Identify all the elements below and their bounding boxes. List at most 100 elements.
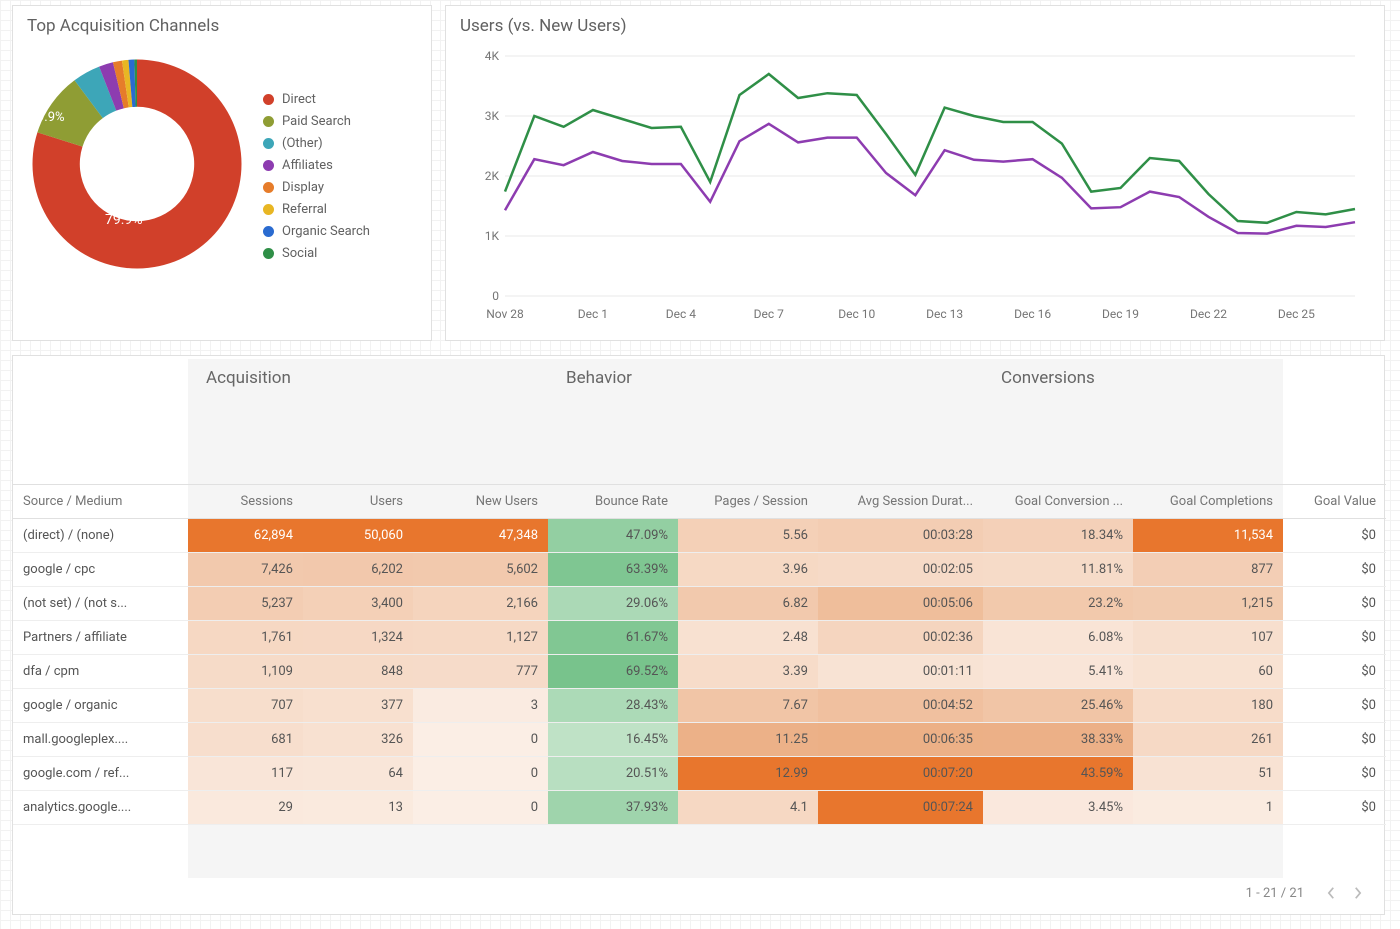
table-row[interactable]: mall.googleplex....681326016.45%11.2500:… [13, 723, 1386, 757]
donut-label-small: 9.9% [37, 110, 65, 125]
users-line-card: Users (vs. New Users) 01K2K3K4KNov 28Dec… [445, 5, 1385, 341]
legend-label: Direct [282, 92, 316, 107]
table-row[interactable]: dfa / cpm1,10984877769.52%3.3900:01:115.… [13, 655, 1386, 689]
svg-text:3K: 3K [485, 109, 500, 123]
table-cell: 50,060 [303, 519, 413, 553]
legend-label: Display [282, 180, 324, 195]
svg-text:Nov 28: Nov 28 [486, 307, 524, 321]
table-cell: 1,127 [413, 621, 548, 655]
legend-row[interactable]: Referral [263, 198, 370, 220]
legend-dot-icon [263, 204, 274, 215]
table-row[interactable]: google / cpc7,4266,2025,60263.39%3.9600:… [13, 553, 1386, 587]
legend-dot-icon [263, 226, 274, 237]
donut-label-big: 79.9% [105, 212, 143, 228]
table-cell: 00:07:20 [818, 757, 983, 791]
table-cell: (direct) / (none) [13, 519, 188, 553]
legend-row[interactable]: Display [263, 176, 370, 198]
table-cell: $0 [1283, 723, 1386, 757]
table-cell: 3 [413, 689, 548, 723]
table-cell: 7,426 [188, 553, 303, 587]
svg-text:4K: 4K [485, 49, 500, 63]
column-header[interactable]: Goal Conversion ... [983, 485, 1133, 519]
table-cell: $0 [1283, 587, 1386, 621]
table-cell: 62,894 [188, 519, 303, 553]
table-cell: 1,215 [1133, 587, 1283, 621]
table-cell: 681 [188, 723, 303, 757]
table-cell: 326 [303, 723, 413, 757]
column-header[interactable]: Pages / Session [678, 485, 818, 519]
legend-dot-icon [263, 138, 274, 149]
table-cell: 47.09% [548, 519, 678, 553]
table-cell: 29.06% [548, 587, 678, 621]
pager-range: 1 - 21 / 21 [1246, 886, 1304, 901]
legend-row[interactable]: Paid Search [263, 110, 370, 132]
table-cell: 12.99 [678, 757, 818, 791]
column-header[interactable]: New Users [413, 485, 548, 519]
table-cell: 6,202 [303, 553, 413, 587]
table-pager: 1 - 21 / 21 [1246, 880, 1370, 906]
table-cell: $0 [1283, 689, 1386, 723]
column-header[interactable]: Goal Completions [1133, 485, 1283, 519]
table-cell: $0 [1283, 519, 1386, 553]
table-body-wrap: Source / MediumSessionsUsersNew UsersBou… [13, 484, 1384, 878]
table-cell: 29 [188, 791, 303, 825]
svg-text:Dec 25: Dec 25 [1278, 307, 1315, 321]
table-cell: 43.59% [983, 757, 1133, 791]
table-cell: 0 [413, 723, 548, 757]
table-cell: 3.39 [678, 655, 818, 689]
table-row[interactable]: Partners / affiliate1,7611,3241,12761.67… [13, 621, 1386, 655]
legend-dot-icon [263, 182, 274, 193]
svg-text:Dec 7: Dec 7 [754, 307, 784, 321]
table-cell: 16.45% [548, 723, 678, 757]
table-cell: google.com / ref... [13, 757, 188, 791]
pager-next-button[interactable] [1344, 880, 1370, 906]
column-header[interactable]: Avg Session Durat... [818, 485, 983, 519]
table-row[interactable]: (not set) / (not s...5,2373,4002,16629.0… [13, 587, 1386, 621]
legend-row[interactable]: Affiliates [263, 154, 370, 176]
table-cell: 18.34% [983, 519, 1133, 553]
donut-title: Top Acquisition Channels [13, 6, 431, 36]
svg-text:1K: 1K [485, 229, 500, 243]
legend-label: Referral [282, 202, 327, 217]
column-header[interactable]: Source / Medium [13, 485, 188, 519]
legend-row[interactable]: Direct [263, 88, 370, 110]
table-cell: 2,166 [413, 587, 548, 621]
table-row[interactable]: google.com / ref...11764020.51%12.9900:0… [13, 757, 1386, 791]
legend-dot-icon [263, 160, 274, 171]
table-row[interactable]: google / organic707377328.43%7.6700:04:5… [13, 689, 1386, 723]
table-cell: 707 [188, 689, 303, 723]
table-row[interactable]: analytics.google....2913037.93%4.100:07:… [13, 791, 1386, 825]
table-cell: 37.93% [548, 791, 678, 825]
table-cell: 180 [1133, 689, 1283, 723]
legend-row[interactable]: Organic Search [263, 220, 370, 242]
table-cell: 47,348 [413, 519, 548, 553]
table-cell: 38.33% [983, 723, 1133, 757]
svg-text:2K: 2K [485, 169, 500, 183]
legend-dot-icon [263, 248, 274, 259]
legend-dot-icon [263, 116, 274, 127]
top-channels-card: Top Acquisition Channels 79.9% 9.9% Dire… [12, 5, 432, 341]
table-cell: 5.56 [678, 519, 818, 553]
table-cell: 00:06:35 [818, 723, 983, 757]
table-cell: $0 [1283, 655, 1386, 689]
legend-label: Paid Search [282, 114, 351, 129]
legend-row[interactable]: Social [263, 242, 370, 264]
legend-row[interactable]: (Other) [263, 132, 370, 154]
legend-label: Social [282, 246, 317, 261]
table-row[interactable]: (direct) / (none)62,89450,06047,34847.09… [13, 519, 1386, 553]
table-cell: 1,324 [303, 621, 413, 655]
table-cell: 1,761 [188, 621, 303, 655]
table-cell: 13 [303, 791, 413, 825]
table-cell: google / cpc [13, 553, 188, 587]
table-cell: $0 [1283, 621, 1386, 655]
table-cell: 5,237 [188, 587, 303, 621]
svg-text:Dec 1: Dec 1 [578, 307, 608, 321]
table-cell: 00:03:28 [818, 519, 983, 553]
column-header[interactable]: Users [303, 485, 413, 519]
column-header[interactable]: Sessions [188, 485, 303, 519]
svg-text:Dec 19: Dec 19 [1102, 307, 1139, 321]
table-cell: 777 [413, 655, 548, 689]
column-header[interactable]: Goal Value [1283, 485, 1386, 519]
pager-prev-button[interactable] [1318, 880, 1344, 906]
column-header[interactable]: Bounce Rate [548, 485, 678, 519]
